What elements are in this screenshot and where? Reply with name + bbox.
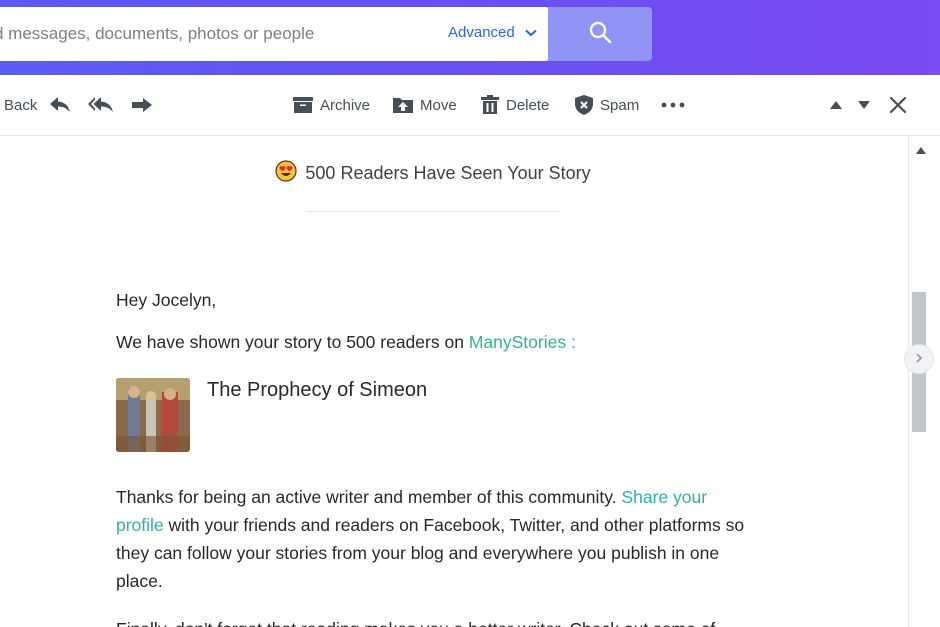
- advanced-search-button[interactable]: Advanced: [448, 7, 537, 61]
- delete-button[interactable]: Delete: [481, 75, 549, 135]
- message-body: 500 Readers Have Seen Your Story Hey Joc…: [0, 136, 908, 627]
- chevron-down-icon: [525, 7, 537, 59]
- down-arrow-icon: [857, 100, 871, 110]
- move-button[interactable]: Move: [393, 75, 457, 135]
- spam-label: Spam: [600, 96, 640, 114]
- forward-button[interactable]: [131, 75, 153, 135]
- thanks-rest: with your friends and readers on Faceboo…: [116, 515, 745, 591]
- more-button[interactable]: [661, 75, 685, 135]
- message-subject: 500 Readers Have Seen Your Story: [0, 160, 866, 187]
- message-scrollbar[interactable]: [908, 136, 940, 627]
- shown-text: We have shown your story to 500 readers …: [116, 332, 464, 352]
- story-thumbnail[interactable]: [116, 378, 190, 452]
- subject-text: 500 Readers Have Seen Your Story: [305, 163, 591, 183]
- shown-line: We have shown your story to 500 readers …: [116, 328, 576, 356]
- close-icon: [889, 96, 907, 114]
- trash-icon: [481, 95, 499, 115]
- chevron-right-icon: [915, 350, 923, 368]
- greeting: Hey Jocelyn,: [116, 290, 217, 310]
- message-toolbar: Back Archive Move Delete Spam: [0, 75, 940, 136]
- heart-eyes-emoji-icon: [275, 160, 298, 187]
- subject-divider: [306, 211, 559, 212]
- scroll-up-icon[interactable]: [916, 141, 926, 159]
- search-button[interactable]: [548, 7, 652, 61]
- move-label: Move: [420, 96, 457, 114]
- close-button[interactable]: [889, 75, 907, 135]
- archive-label: Archive: [320, 96, 371, 114]
- delete-label: Delete: [506, 96, 550, 114]
- previous-message-button[interactable]: [829, 75, 843, 135]
- back-button[interactable]: Back: [4, 75, 37, 135]
- spam-button[interactable]: Spam: [575, 75, 639, 135]
- reply-button[interactable]: [49, 75, 71, 135]
- forward-icon: [131, 96, 153, 114]
- archive-button[interactable]: Archive: [293, 75, 370, 135]
- manystories-link[interactable]: ManyStories: [469, 332, 566, 352]
- thanks-text: Thanks for being an active writer and me…: [116, 487, 617, 507]
- reply-all-icon: [88, 96, 114, 114]
- back-label: Back: [4, 96, 38, 114]
- advanced-label: Advanced: [448, 24, 515, 41]
- next-message-button[interactable]: [857, 75, 871, 135]
- reply-all-button[interactable]: [88, 75, 114, 135]
- move-icon: [393, 96, 413, 114]
- up-arrow-icon: [829, 100, 843, 110]
- search-box: Advanced: [0, 7, 548, 61]
- thanks-paragraph: Thanks for being an active writer and me…: [116, 483, 756, 595]
- search-input[interactable]: [0, 7, 430, 61]
- expand-side-panel-button[interactable]: [904, 344, 934, 374]
- archive-icon: [293, 96, 313, 114]
- more-icon: [661, 102, 685, 108]
- search-icon: [588, 20, 612, 49]
- cutoff-paragraph: Finally, don't forget that reading makes…: [116, 615, 715, 627]
- link-suffix: :: [566, 332, 576, 352]
- story-title[interactable]: The Prophecy of Simeon: [207, 379, 427, 402]
- shield-icon: [575, 95, 593, 115]
- reply-icon: [49, 96, 71, 114]
- top-header: Advanced: [0, 0, 940, 75]
